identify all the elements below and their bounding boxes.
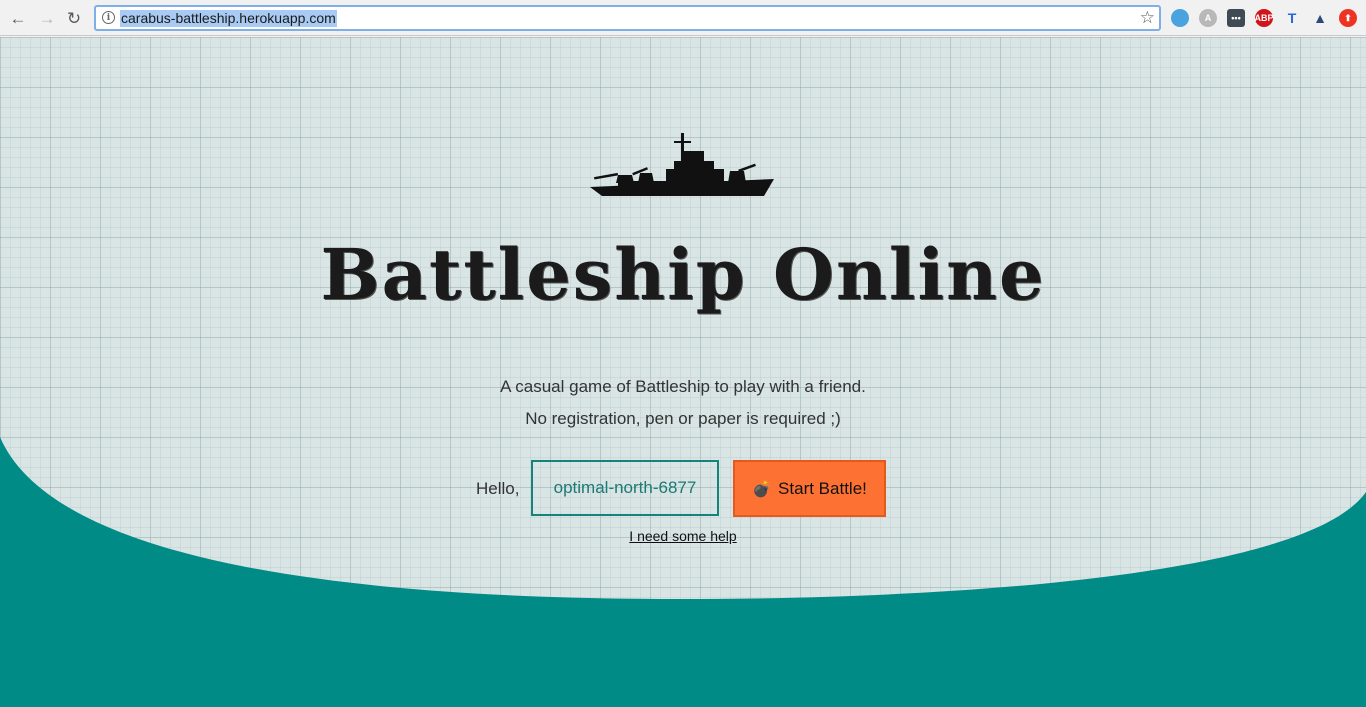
- battleship-icon: [590, 133, 774, 196]
- page-title: Battleship Online: [320, 233, 1046, 316]
- bookmark-star-icon[interactable]: ☆: [1140, 8, 1155, 28]
- help-link-row: I need some help: [0, 528, 1366, 544]
- adblock-icon[interactable]: ABP: [1255, 9, 1274, 27]
- browser-toolbar: ← → ↻ i carabus-battleship.herokuapp.com…: [0, 0, 1366, 36]
- hello-label: Hello,: [476, 479, 520, 498]
- forward-arrow-icon[interactable]: →: [37, 8, 57, 28]
- help-link[interactable]: I need some help: [629, 528, 736, 544]
- player-name-input[interactable]: [531, 460, 719, 516]
- reload-icon[interactable]: ↻: [64, 8, 84, 28]
- tagline-line-1: A casual game of Battleship to play with…: [500, 377, 866, 396]
- url-text[interactable]: carabus-battleship.herokuapp.com: [120, 10, 337, 27]
- dots-icon[interactable]: •••: [1227, 9, 1245, 27]
- info-icon[interactable]: i: [102, 11, 115, 24]
- upload-icon[interactable]: ⬆: [1339, 9, 1357, 27]
- back-arrow-icon[interactable]: ←: [8, 8, 28, 28]
- start-battle-button[interactable]: 💣 Start Battle!: [733, 460, 886, 517]
- typography-icon[interactable]: T: [1283, 9, 1301, 27]
- address-bar[interactable]: i carabus-battleship.herokuapp.com ☆: [94, 5, 1161, 31]
- tagline-line-2: No registration, pen or paper is require…: [525, 409, 841, 428]
- angular-icon[interactable]: A: [1199, 9, 1217, 27]
- tweetdeck-icon[interactable]: [1171, 9, 1189, 27]
- start-battle-label: Start Battle!: [778, 478, 867, 498]
- page-body: Battleship Online A casual game of Battl…: [0, 37, 1366, 707]
- bomb-icon: 💣: [752, 480, 773, 498]
- triangle-icon[interactable]: ▲: [1311, 9, 1329, 27]
